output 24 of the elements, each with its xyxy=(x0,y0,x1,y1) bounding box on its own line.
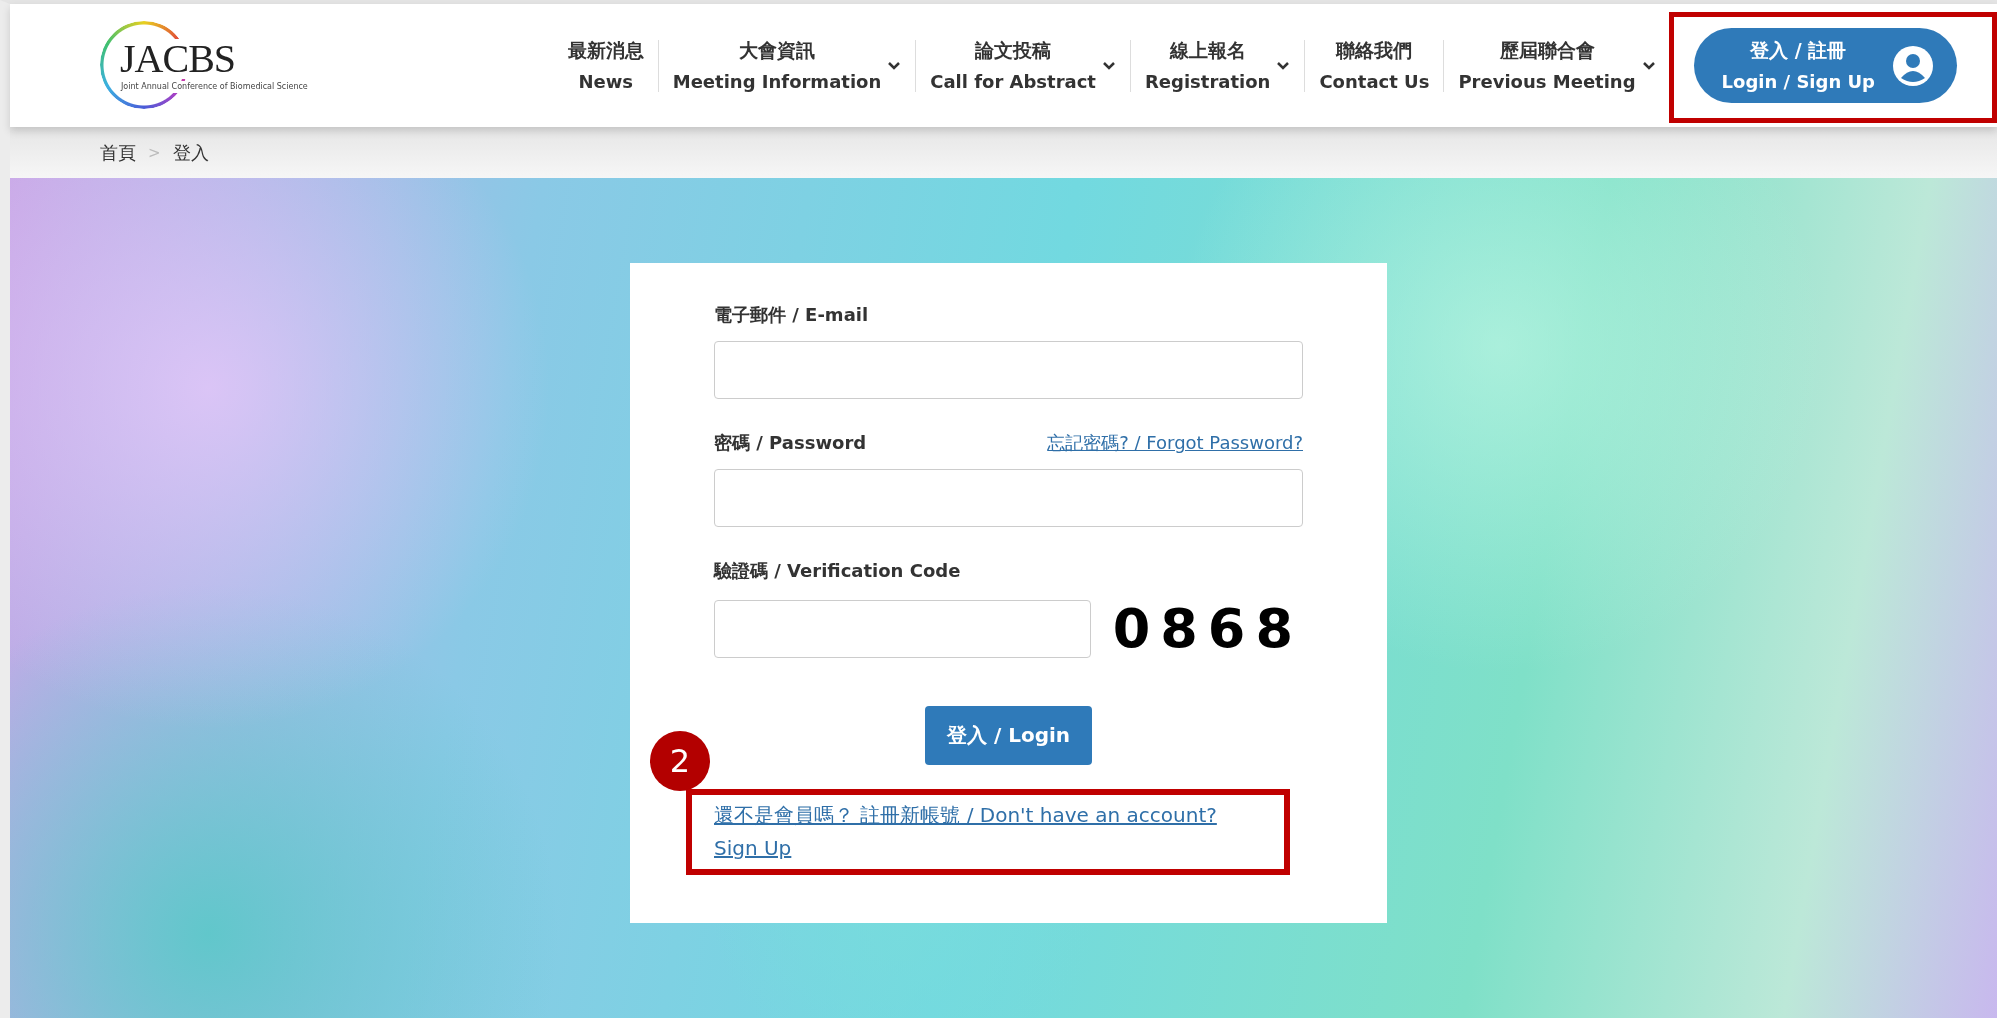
verification-label: 驗證碼 / Verification Code xyxy=(714,559,962,583)
login-signup-button[interactable]: 登入 / 註冊 Login / Sign Up xyxy=(1693,28,1957,103)
step-badge: 2 xyxy=(650,731,710,791)
breadcrumb-link[interactable]: 首頁 xyxy=(100,140,136,165)
nav-link[interactable]: 聯絡我們 Contact Us xyxy=(1319,34,1430,97)
signup-link[interactable]: 還不是會員嗎？ 註冊新帳號 / Don't have an account? Sign Up xyxy=(714,799,1244,865)
email-input[interactable] xyxy=(714,341,1303,399)
nav-link[interactable]: 最新消息 News xyxy=(567,34,644,97)
nav-link[interactable]: 線上報名 Registration xyxy=(1145,34,1271,97)
breadcrumb-separator: > xyxy=(148,143,161,162)
verification-input[interactable] xyxy=(714,599,1091,658)
captcha-code: 0868 xyxy=(1112,597,1303,660)
nav-link[interactable]: 歷屆聯合會 Previous Meeting xyxy=(1458,34,1636,97)
nav-link[interactable]: 論文投稿 Call for Abstract xyxy=(930,34,1096,97)
breadcrumb-link[interactable]: 登入 xyxy=(172,140,209,165)
email-label: 電子郵件 / E-mail xyxy=(714,303,870,327)
logo-title: JACBS xyxy=(120,38,236,79)
forgot-password-link[interactable]: 忘記密碼? / Forgot Password? xyxy=(1047,431,1303,455)
password-input[interactable] xyxy=(714,469,1303,527)
nav-link[interactable]: 大會資訊 Meeting Information xyxy=(672,34,882,97)
logo-subtitle: Joint Annual Conference of Biomedical Science xyxy=(120,80,309,93)
login-button[interactable]: 登入 / Login xyxy=(924,706,1093,765)
password-label: 密碼 / Password xyxy=(714,431,867,455)
user-icon xyxy=(1893,45,1933,86)
